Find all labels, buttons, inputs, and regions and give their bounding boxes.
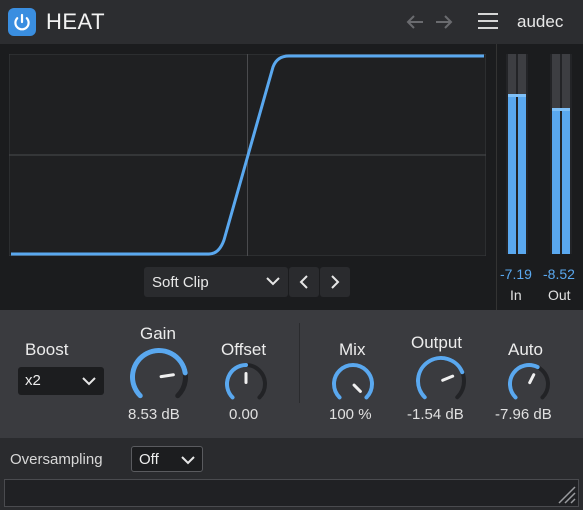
chevron-left-icon xyxy=(299,275,308,289)
redo-arrow-icon[interactable] xyxy=(432,10,456,34)
offset-label: Offset xyxy=(221,340,267,359)
preset-prev-button[interactable] xyxy=(289,267,319,297)
brand-logo: audec xyxy=(517,12,564,31)
gain-label: Gain xyxy=(140,324,176,343)
oversampling-dropdown[interactable]: Off xyxy=(131,446,203,472)
input-meter xyxy=(506,54,528,254)
preset-label: Soft Clip xyxy=(152,274,209,291)
chevron-right-icon xyxy=(331,275,340,289)
resize-grip-icon[interactable] xyxy=(556,484,576,504)
input-peak-marker xyxy=(508,94,526,97)
hamburger-menu-icon[interactable] xyxy=(478,13,498,31)
mix-value: 100 % xyxy=(329,406,372,423)
input-meter-fill-right xyxy=(518,96,526,254)
chevron-down-icon xyxy=(181,456,195,465)
preset-next-button[interactable] xyxy=(320,267,350,297)
status-field xyxy=(4,479,579,507)
output-meter-fill-left xyxy=(552,110,560,254)
mix-label: Mix xyxy=(339,340,366,359)
power-icon xyxy=(14,13,30,31)
input-level-value: -7.19 xyxy=(500,266,532,282)
offset-knob[interactable] xyxy=(224,362,268,406)
output-meter-fill-right xyxy=(562,110,570,254)
boost-dropdown[interactable]: x2 xyxy=(18,367,104,395)
output-label: Output xyxy=(411,333,463,352)
output-value: -1.54 dB xyxy=(407,406,464,423)
header-bar: HEAT audec xyxy=(0,0,583,44)
auto-knob[interactable] xyxy=(507,362,551,406)
boost-label: Boost xyxy=(25,340,69,359)
output-meter xyxy=(550,54,572,254)
section-divider xyxy=(299,323,300,403)
output-knob[interactable] xyxy=(415,355,467,407)
plugin-title: HEAT xyxy=(46,9,106,34)
boost-value: x2 xyxy=(25,372,41,389)
input-meter-label: In xyxy=(510,287,522,303)
gain-knob[interactable] xyxy=(129,347,189,407)
output-peak-marker xyxy=(552,108,570,111)
chevron-down-icon xyxy=(266,277,280,286)
level-meters: -7.19 -8.52 In Out xyxy=(496,44,583,310)
offset-value: 0.00 xyxy=(229,406,259,423)
preset-dropdown[interactable]: Soft Clip xyxy=(144,267,288,297)
transfer-curve-display: Soft Clip xyxy=(0,44,496,310)
oversampling-value: Off xyxy=(139,451,159,468)
auto-label: Auto xyxy=(508,340,543,359)
oversampling-label: Oversampling xyxy=(10,451,103,468)
mix-knob[interactable] xyxy=(331,362,375,406)
undo-arrow-icon[interactable] xyxy=(403,10,427,34)
output-meter-label: Out xyxy=(548,287,571,303)
transfer-curve-graph xyxy=(9,54,486,256)
power-button[interactable] xyxy=(8,8,36,36)
output-level-value: -8.52 xyxy=(543,266,575,282)
input-meter-fill-left xyxy=(508,96,516,254)
auto-value: -7.96 dB xyxy=(495,406,552,423)
gain-value: 8.53 dB xyxy=(128,406,180,423)
chevron-down-icon xyxy=(82,377,96,386)
